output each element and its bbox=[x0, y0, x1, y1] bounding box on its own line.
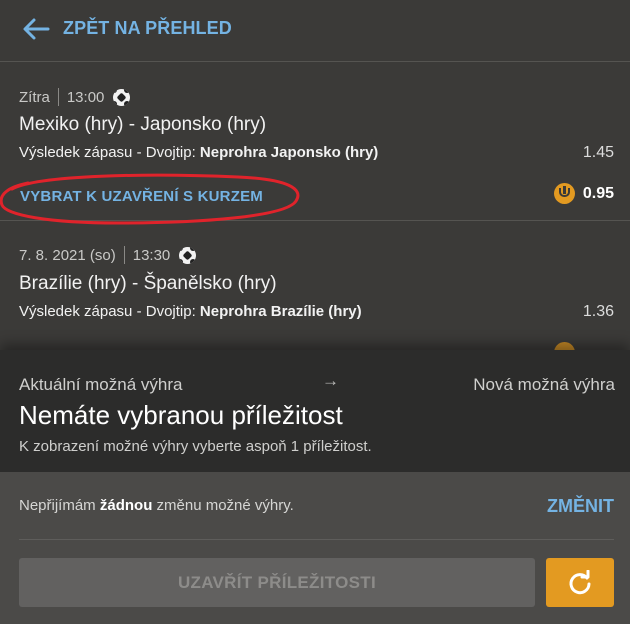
bet-time: 13:00 bbox=[66, 88, 105, 106]
soccer-ball-icon bbox=[179, 246, 197, 264]
cashout-amount: 0.95 bbox=[582, 184, 614, 202]
soccer-ball-icon bbox=[113, 88, 131, 106]
accept-bold: žádnou bbox=[99, 497, 153, 514]
bet-teams: Mexiko (hry) - Japonsko (hry) bbox=[19, 114, 267, 135]
meta-divider bbox=[57, 88, 59, 106]
bet-meta: Zítra 13:00 bbox=[19, 88, 131, 106]
close-opportunities-button[interactable]: UZAVŘÍT PŘÍLEŽITOSTI bbox=[19, 558, 535, 607]
selection-hint: K zobrazení možné výhry vyberte aspoň 1 … bbox=[19, 438, 372, 455]
bet-odds: 1.36 bbox=[582, 303, 614, 320]
bet-teams: Brazílie (hry) - Španělsko (hry) bbox=[19, 273, 277, 294]
back-arrow-icon[interactable] bbox=[22, 17, 50, 41]
change-button[interactable]: ZMĚNIT bbox=[547, 496, 614, 517]
meta-divider bbox=[123, 246, 125, 264]
bet-market: Výsledek zápasu - Dvojtip: Neprohra Braz… bbox=[19, 303, 362, 320]
cashout-coin-icon bbox=[553, 183, 575, 204]
market-selection: Neprohra Japonsko (hry) bbox=[199, 144, 379, 161]
bet-item: 7. 8. 2021 (so) 13:30 Brazílie (hry) - Š… bbox=[0, 222, 630, 350]
market-type: Výsledek zápasu - Dvojtip: bbox=[19, 144, 196, 161]
bet-date: Zítra bbox=[19, 88, 50, 106]
market-type: Výsledek zápasu - Dvojtip: bbox=[19, 303, 196, 320]
change-acceptance-text: Nepřijímám žádnou změnu možné výhry. bbox=[19, 497, 294, 514]
footer-panel: Nepřijímám žádnou změnu možné výhry. ZMĚ… bbox=[0, 472, 630, 624]
potential-win-panel: Aktuální možná výhra → Nová možná výhra … bbox=[0, 350, 630, 472]
divider bbox=[19, 539, 614, 540]
refresh-icon bbox=[569, 569, 591, 594]
bet-market: Výsledek zápasu - Dvojtip: Neprohra Japo… bbox=[19, 144, 378, 161]
new-win-label: Nová možná výhra bbox=[473, 375, 615, 394]
accept-prefix: Nepřijímám bbox=[19, 497, 96, 514]
market-selection: Neprohra Brazílie (hry) bbox=[199, 303, 362, 320]
cashout-value: 0.95 bbox=[553, 183, 614, 204]
bet-time: 13:30 bbox=[132, 246, 171, 264]
bet-odds: 1.45 bbox=[582, 144, 614, 161]
bet-item: Zítra 13:00 Mexiko (hry) - Japonsko (hry… bbox=[0, 63, 630, 225]
top-bar: ZPĚT NA PŘEHLED bbox=[0, 0, 630, 62]
bet-date: 7. 8. 2021 (so) bbox=[19, 246, 116, 264]
select-cashout-link[interactable]: VYBRAT K UZAVŘENÍ S KURZEM bbox=[20, 188, 263, 205]
bet-meta: 7. 8. 2021 (so) 13:30 bbox=[19, 246, 197, 264]
arrow-right-icon: → bbox=[322, 371, 339, 390]
accept-suffix: změnu možné výhry. bbox=[156, 497, 294, 514]
current-win-label: Aktuální možná výhra bbox=[19, 375, 183, 394]
refresh-button[interactable] bbox=[546, 558, 614, 607]
back-to-overview-link[interactable]: ZPĚT NA PŘEHLED bbox=[63, 18, 232, 39]
no-selection-headline: Nemáte vybranou příležitost bbox=[19, 400, 343, 430]
